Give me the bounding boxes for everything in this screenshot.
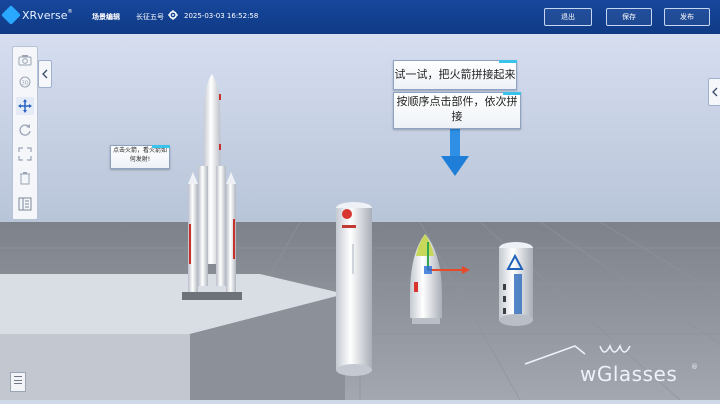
timestamp: 2025-03-03 16:52:58 <box>184 12 259 20</box>
scene-name: 长征五号 <box>136 13 164 21</box>
tool-panel: 3D <box>12 46 38 220</box>
chevron-left-icon <box>42 69 48 79</box>
gear-icon[interactable] <box>168 10 178 20</box>
right-panel-toggle[interactable] <box>708 78 720 106</box>
wglasses-watermark: wGlasses <box>580 362 678 386</box>
publish-button[interactable]: 发布 <box>664 8 710 26</box>
exit-button[interactable]: 退出 <box>544 8 592 26</box>
camera-icon[interactable] <box>16 51 34 69</box>
rocket-part-upper-stage[interactable] <box>499 242 533 326</box>
scene-viewport[interactable] <box>0 34 720 401</box>
sky <box>0 34 720 222</box>
rocket-hint-callout: 点击火箭，看火箭如何发射! <box>110 145 170 169</box>
left-panel-toggle[interactable] <box>38 60 52 88</box>
rocket-part-core-stage[interactable] <box>336 202 372 376</box>
delete-icon[interactable] <box>16 169 34 187</box>
logo-registered: ® <box>67 9 73 15</box>
assemble-hint-callout: 试一试，把火箭拼接起来 <box>393 60 517 90</box>
scale-icon[interactable] <box>16 145 34 163</box>
logo-mark-icon <box>1 5 21 25</box>
platform-front <box>0 334 190 400</box>
chevron-left-icon <box>712 87 718 97</box>
top-bar: XRverse ® 场景编辑 长征五号 2025-03-03 16:52:58 … <box>0 0 720 34</box>
watermark-registered: ® <box>691 363 698 371</box>
rotate-icon[interactable] <box>16 121 34 139</box>
move-icon[interactable] <box>16 97 34 115</box>
scene-edit-label: 场景编辑 <box>92 13 120 21</box>
document-icon[interactable] <box>10 372 26 392</box>
click-order-callout: 按顺序点击部件，依次拼接 <box>393 92 521 129</box>
reset-view-icon[interactable]: 3D <box>16 73 34 91</box>
save-button[interactable]: 保存 <box>606 8 652 26</box>
logo-text: XRverse <box>22 8 68 22</box>
xrverse-logo: XRverse ® <box>1 5 73 25</box>
svg-text:3D: 3D <box>22 81 29 87</box>
panel-icon[interactable] <box>16 195 34 213</box>
